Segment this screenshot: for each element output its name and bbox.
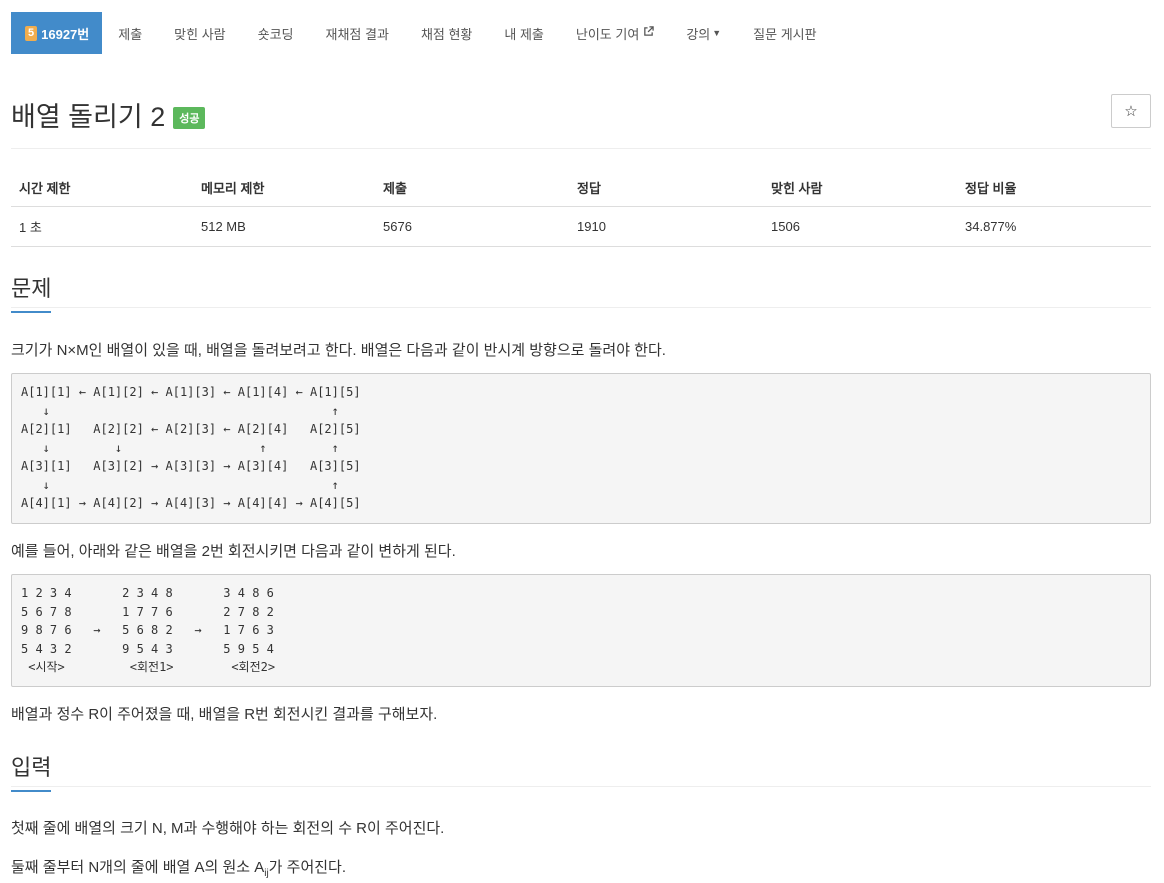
external-link-icon xyxy=(643,26,655,40)
section-divider xyxy=(11,307,1151,308)
header-ratio: 정답 비율 xyxy=(957,168,1151,207)
problem-nav: 5 16927번 제출 맞힌 사람 숏코딩 재채점 결과 채점 현황 내 제출 … xyxy=(11,12,833,54)
ratio-value: 34.877% xyxy=(957,206,1151,247)
table-row: 1 초 512 MB 5676 1910 1506 34.877% xyxy=(11,206,1151,247)
nav-problem-tab[interactable]: 5 16927번 xyxy=(11,12,103,54)
example-intro: 예를 들어, 아래와 같은 배열을 2번 회전시키면 다음과 같이 변하게 된다… xyxy=(11,543,456,560)
divider xyxy=(11,148,1151,149)
tier-badge: 5 xyxy=(25,25,38,41)
accepted-value: 1910 xyxy=(569,206,763,247)
star-icon: ☆ xyxy=(1124,103,1138,120)
nav-label: 강의 xyxy=(686,26,711,42)
nav-submit[interactable]: 제출 xyxy=(102,12,158,54)
header-solvers: 맞힌 사람 xyxy=(763,168,957,207)
solvers-value: 1506 xyxy=(763,206,957,247)
problem-heading: 문제 xyxy=(11,271,52,313)
nav-label: 난이도 기여 xyxy=(575,26,640,42)
time-limit-value: 1 초 xyxy=(11,206,193,247)
problem-title: 배열 돌리기 2 xyxy=(11,102,166,132)
header-time-limit: 시간 제한 xyxy=(11,168,193,207)
header-submissions: 제출 xyxy=(375,168,569,207)
problem-title-row: 배열 돌리기 2 성공 xyxy=(11,95,206,134)
input-line-2-pre: 둘째 줄부터 N개의 줄에 배열 A의 원소 A xyxy=(11,859,265,876)
nav-problem-id: 16927번 xyxy=(41,26,90,42)
nav-label: 재채점 결과 xyxy=(325,26,389,42)
submissions-value: 5676 xyxy=(375,206,569,247)
problem-task: 배열과 정수 R이 주어졌을 때, 배열을 R번 회전시킨 결과를 구해보자. xyxy=(11,706,438,723)
nav-difficulty[interactable]: 난이도 기여 xyxy=(560,12,670,54)
nav-lecture-dropdown[interactable]: 강의 ▼ xyxy=(670,12,737,54)
input-line-2: 둘째 줄부터 N개의 줄에 배열 A의 원소 Aij가 주어진다. xyxy=(11,856,346,879)
table-header-row: 시간 제한 메모리 제한 제출 정답 맞힌 사람 정답 비율 xyxy=(11,168,1151,207)
problem-info-table: 시간 제한 메모리 제한 제출 정답 맞힌 사람 정답 비율 1 초 512 M… xyxy=(11,168,1151,247)
nav-label: 숏코딩 xyxy=(257,26,294,42)
input-line-2-post: 가 주어진다. xyxy=(268,859,347,876)
nav-status[interactable]: 채점 현황 xyxy=(405,12,488,54)
nav-label: 질문 게시판 xyxy=(753,26,817,42)
problem-intro: 크기가 N×M인 배열이 있을 때, 배열을 돌려보려고 한다. 배열은 다음과… xyxy=(11,342,666,359)
rotation-diagram: A[1][1] ← A[1][2] ← A[1][3] ← A[1][4] ← … xyxy=(11,373,1151,524)
nav-label: 맞힌 사람 xyxy=(174,26,226,42)
input-line-1: 첫째 줄에 배열의 크기 N, M과 수행해야 하는 회전의 수 R이 주어진다… xyxy=(11,820,445,837)
input-heading: 입력 xyxy=(11,750,52,792)
header-accepted: 정답 xyxy=(569,168,763,207)
section-divider xyxy=(11,786,1151,787)
nav-shortcoding[interactable]: 숏코딩 xyxy=(242,12,310,54)
status-badge: 성공 xyxy=(173,106,206,129)
nav-label: 내 제출 xyxy=(504,26,544,42)
rotation-example: 1 2 3 4 2 3 4 8 3 4 8 6 5 6 7 8 1 7 7 6 … xyxy=(11,574,1151,687)
nav-my-submissions[interactable]: 내 제출 xyxy=(488,12,560,54)
nav-label: 제출 xyxy=(118,26,143,42)
nav-rejudge[interactable]: 재채점 결과 xyxy=(310,12,405,54)
caret-down-icon: ▼ xyxy=(712,28,722,38)
header-memory-limit: 메모리 제한 xyxy=(193,168,375,207)
nav-solvers[interactable]: 맞힌 사람 xyxy=(158,12,241,54)
favorite-star-button[interactable]: ☆ xyxy=(1111,94,1151,128)
nav-board[interactable]: 질문 게시판 xyxy=(737,12,832,54)
memory-limit-value: 512 MB xyxy=(193,206,375,247)
nav-label: 채점 현황 xyxy=(420,26,473,42)
